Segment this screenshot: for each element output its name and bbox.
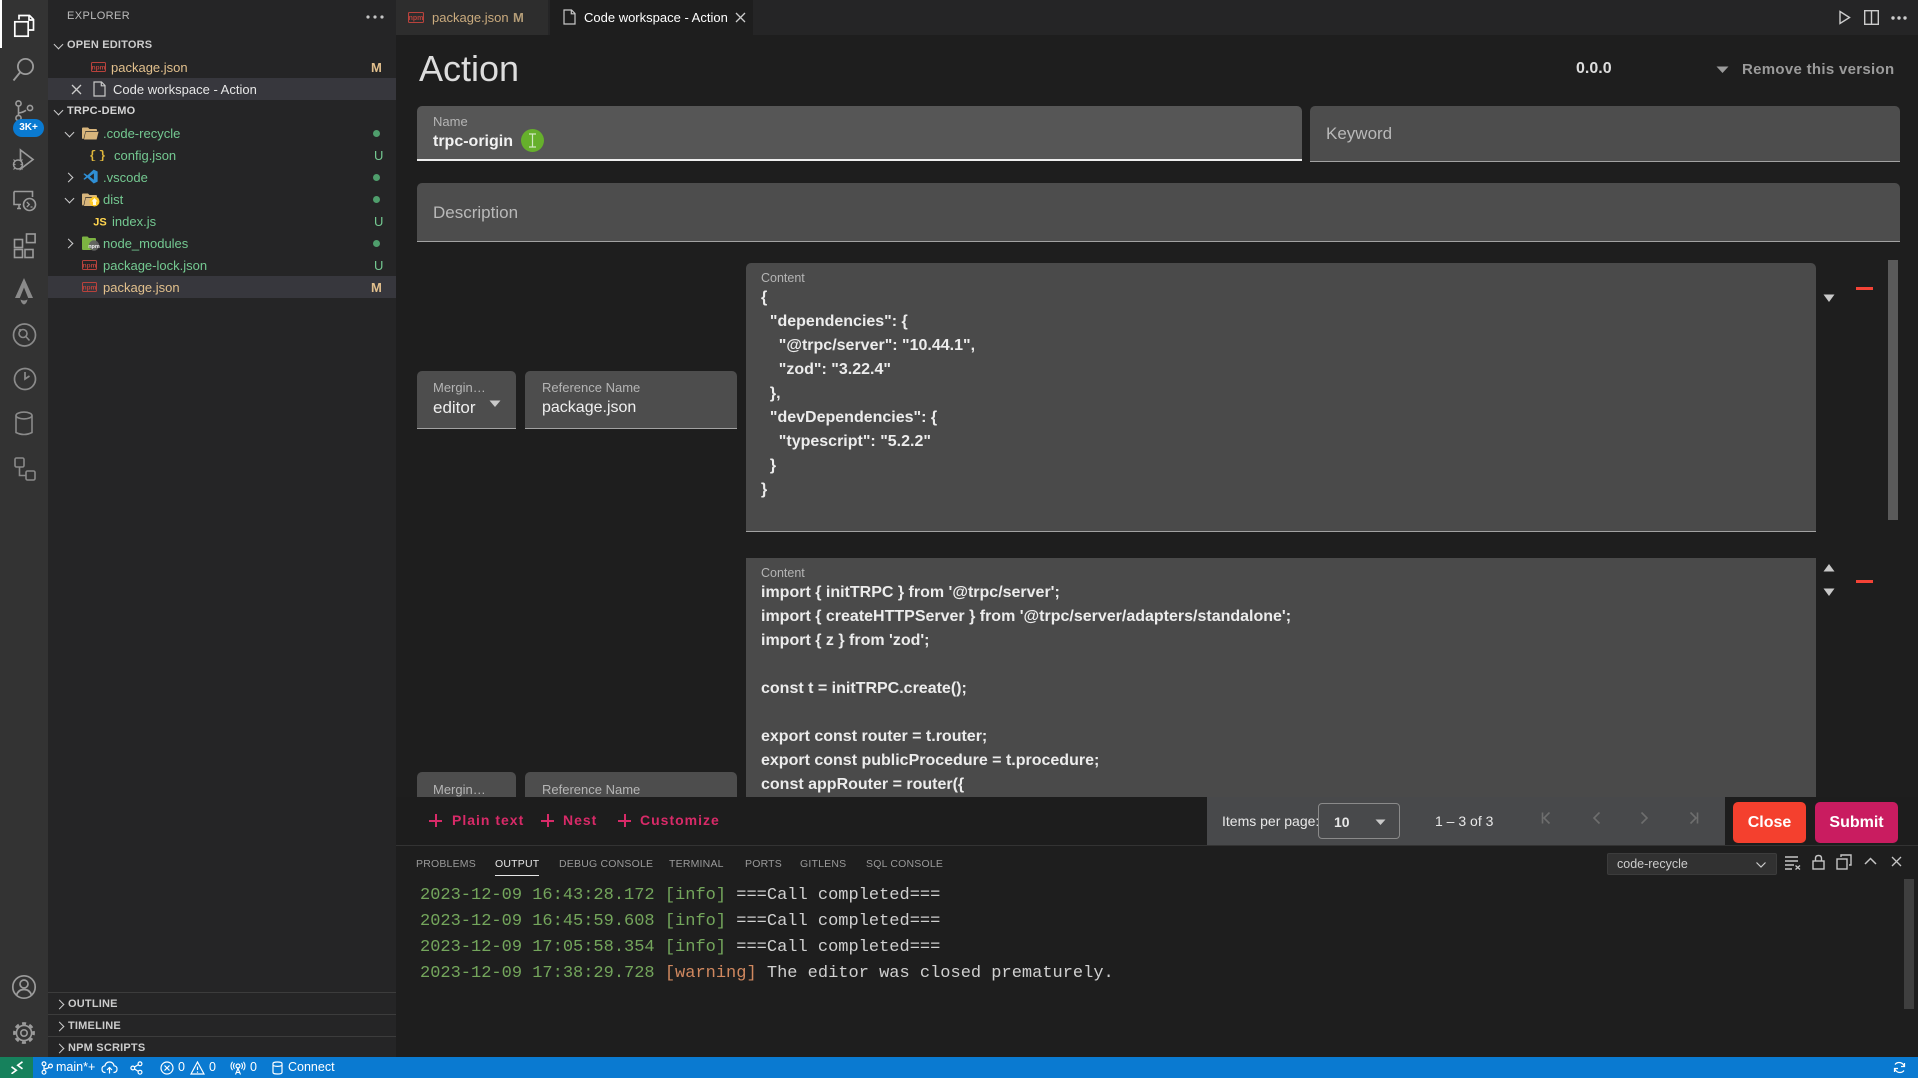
svg-text:npm: npm [409,15,424,22]
svg-text:npm: npm [83,285,97,292]
svg-text:JS: JS [93,217,106,228]
svg-text:{ }: { } [90,149,105,161]
svg-text:npm: npm [83,263,97,270]
svg-text:npm: npm [88,244,100,250]
svg-text:npm: npm [92,65,106,72]
